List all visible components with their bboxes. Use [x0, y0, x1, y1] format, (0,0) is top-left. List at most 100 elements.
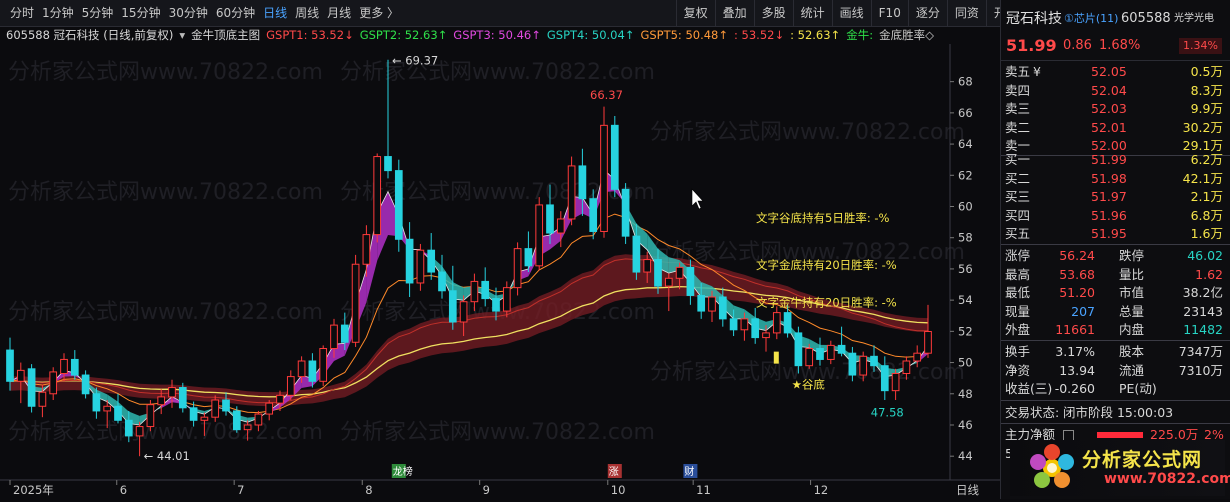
candle-body[interactable]	[870, 355, 878, 367]
period-tab-1[interactable]: 1分钟	[38, 0, 78, 26]
candle-body[interactable]	[546, 204, 554, 234]
tool-button-2[interactable]: 多股	[753, 0, 793, 26]
candle-body[interactable]	[16, 369, 25, 382]
candle-body[interactable]	[481, 280, 490, 300]
candle-body[interactable]	[913, 352, 922, 362]
period-tab-9[interactable]: 更多 〉	[355, 0, 403, 26]
candle-body[interactable]	[297, 360, 306, 378]
candle-body[interactable]	[286, 376, 295, 396]
candle-body[interactable]	[459, 301, 468, 323]
candle-body[interactable]	[556, 218, 565, 234]
candle-body[interactable]	[6, 349, 14, 382]
candle-body[interactable]	[859, 355, 868, 376]
event-marker-label[interactable]: 财	[684, 465, 694, 478]
candle-body[interactable]	[816, 348, 824, 360]
candle-body[interactable]	[38, 391, 47, 407]
candle-body[interactable]	[351, 263, 360, 343]
period-tab-7[interactable]: 周线	[291, 0, 323, 26]
candle-body[interactable]	[340, 324, 349, 343]
candle-body[interactable]	[524, 248, 533, 267]
kline-chart[interactable]: 分析家公式网www.70822.com 分析家公式网www.70822.com 分析…	[0, 44, 1000, 499]
candle-body[interactable]	[762, 332, 770, 339]
candle-body[interactable]	[178, 387, 187, 409]
tool-button-0[interactable]: 复权	[675, 0, 715, 26]
candle-body[interactable]	[535, 204, 544, 267]
tool-button-1[interactable]: 叠加	[714, 0, 754, 26]
event-marker-label[interactable]: 龙榜	[393, 465, 413, 478]
candle-body[interactable]	[751, 318, 760, 339]
period-tab-5[interactable]: 60分钟	[212, 0, 259, 26]
kline-svg[interactable]: 分析家公式网www.70822.com 分析家公式网www.70822.com 分析…	[0, 44, 1000, 499]
candle-body[interactable]	[438, 271, 446, 292]
candle-body[interactable]	[308, 360, 317, 382]
period-tab-4[interactable]: 30分钟	[165, 0, 212, 26]
candle-body[interactable]	[729, 318, 738, 331]
tool-button-6[interactable]: 逐分	[907, 0, 947, 26]
candle-body[interactable]	[81, 374, 90, 395]
candle-body[interactable]	[27, 368, 36, 407]
candle-body[interactable]	[891, 372, 900, 392]
candle-body[interactable]	[416, 249, 425, 284]
candle-body[interactable]	[902, 360, 911, 374]
tool-button-5[interactable]: F10	[870, 0, 908, 26]
candle-body[interactable]	[276, 394, 284, 404]
candle-body[interactable]	[848, 352, 857, 376]
period-tab-0[interactable]: 分时	[6, 0, 38, 26]
candle-body[interactable]	[373, 156, 382, 236]
candle-body[interactable]	[114, 405, 122, 421]
candle-body[interactable]	[708, 296, 716, 312]
main-indicator-name[interactable]: 金牛顶底主图	[191, 27, 260, 43]
candle-body[interactable]	[168, 387, 176, 398]
candle-body[interactable]	[826, 344, 835, 360]
period-tab-3[interactable]: 15分钟	[117, 0, 164, 26]
sector-tag[interactable]: 光学光电	[1174, 8, 1214, 30]
concept-tag[interactable]: ①芯片(11)	[1064, 8, 1118, 30]
candle-body[interactable]	[924, 331, 932, 354]
candle-body[interactable]	[880, 365, 889, 392]
candle-body[interactable]	[492, 298, 500, 312]
candle-body[interactable]	[448, 290, 457, 323]
period-tab-6[interactable]: 日线	[259, 0, 291, 26]
candle-body[interactable]	[254, 413, 263, 426]
candle-body[interactable]	[362, 234, 371, 265]
candle-body[interactable]	[675, 266, 684, 279]
candle-body[interactable]	[794, 332, 803, 367]
candle-body[interactable]	[772, 312, 781, 334]
candle-body[interactable]	[654, 259, 662, 287]
candle-body[interactable]	[783, 312, 792, 334]
candle-body[interactable]	[92, 393, 101, 412]
tool-button-7[interactable]: 同资	[946, 0, 986, 26]
candle-body[interactable]	[740, 318, 749, 331]
candle-body[interactable]	[157, 396, 166, 406]
candle-body[interactable]	[567, 165, 576, 220]
candle-body[interactable]	[697, 294, 706, 312]
candle-body[interactable]	[621, 188, 630, 237]
candle-body[interactable]	[427, 249, 436, 273]
candle-body[interactable]	[103, 405, 112, 412]
candle-body[interactable]	[124, 419, 133, 437]
candle-body[interactable]	[49, 371, 58, 395]
candle-body[interactable]	[405, 238, 414, 284]
candle-body[interactable]	[513, 248, 522, 289]
dropdown-icon[interactable]: ▾	[179, 28, 185, 42]
candle-body[interactable]	[470, 280, 479, 303]
period-tab-2[interactable]: 5分钟	[78, 0, 118, 26]
candle-body[interactable]	[600, 124, 608, 232]
candle-body[interactable]	[70, 358, 79, 376]
candle-body[interactable]	[718, 296, 727, 320]
candle-body[interactable]	[146, 404, 155, 428]
tool-button-3[interactable]: 统计	[792, 0, 832, 26]
candle-body[interactable]	[211, 399, 220, 418]
candle-body[interactable]	[837, 344, 846, 354]
candle-body[interactable]	[643, 259, 652, 273]
candle-body[interactable]	[243, 424, 252, 431]
candle-body[interactable]	[589, 198, 598, 232]
candle-body[interactable]	[578, 165, 587, 200]
candle-body[interactable]	[502, 287, 511, 312]
candle-body[interactable]	[319, 348, 328, 382]
candle-body[interactable]	[200, 416, 209, 421]
candle-body[interactable]	[664, 277, 673, 287]
candle-body[interactable]	[222, 399, 230, 412]
candle-body[interactable]	[610, 124, 619, 190]
candle-body[interactable]	[60, 358, 68, 374]
